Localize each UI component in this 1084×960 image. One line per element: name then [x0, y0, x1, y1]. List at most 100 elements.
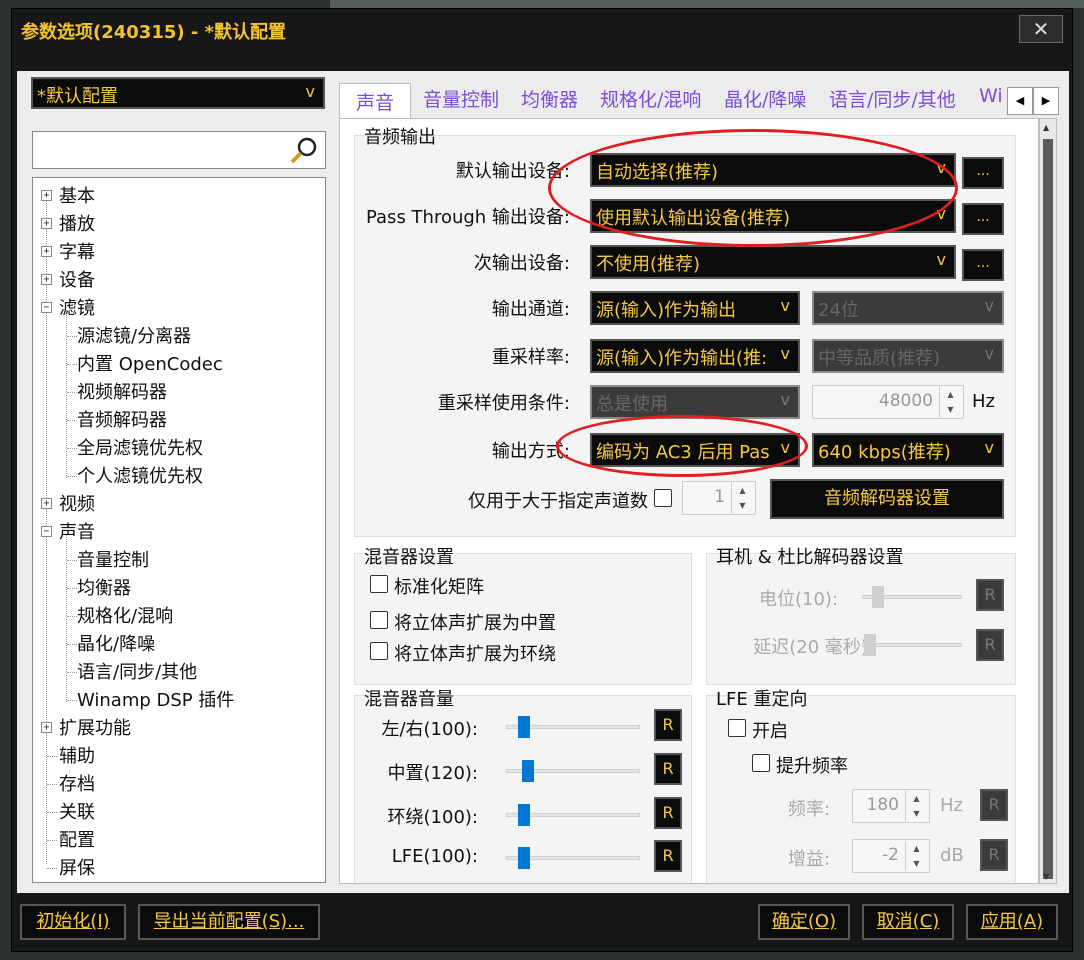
tab-scroll-right-icon[interactable]: ▶ — [1033, 87, 1059, 115]
spin-up-icon[interactable]: ▲ — [906, 791, 927, 806]
tree-item[interactable]: 播放 — [59, 210, 95, 236]
lfe-enable-checkbox[interactable] — [728, 719, 746, 737]
bit-depth-select[interactable]: 24位 v — [812, 291, 1004, 325]
tab-language-sync-other[interactable]: 语言/同步/其他 — [829, 85, 956, 119]
search-icon[interactable] — [289, 135, 319, 165]
delay-slider-track[interactable] — [862, 643, 962, 647]
secondary-device-select[interactable]: 不使用(推荐) v — [590, 245, 956, 279]
audio-decoder-settings-button[interactable]: 音频解码器设置 — [770, 479, 1004, 519]
scroll-down-icon[interactable]: ▼ — [1043, 872, 1049, 881]
tab-winamp[interactable]: Wi — [979, 85, 1003, 119]
spin-up-icon[interactable]: ▲ — [940, 387, 961, 402]
output-mode-select[interactable]: 编码为 AC3 后用 Pas v — [590, 433, 800, 467]
level-slider-thumb[interactable] — [872, 586, 884, 608]
cancel-button[interactable]: 取消(C) — [862, 904, 954, 940]
tree-item[interactable]: 设备 — [59, 266, 95, 292]
mixer-slider-thumb[interactable] — [518, 847, 530, 869]
expand-icon[interactable]: + — [41, 274, 52, 285]
normalize-matrix-checkbox[interactable] — [370, 575, 388, 593]
tree-item[interactable]: 配置 — [59, 826, 95, 852]
tree-item[interactable]: 关联 — [59, 798, 95, 824]
collapse-icon[interactable]: − — [41, 302, 52, 313]
mixer-slider-reset-button[interactable]: R — [654, 709, 682, 741]
passthrough-device-more-button[interactable]: ... — [962, 203, 1004, 235]
channel-limit-spinner[interactable]: 1 ▲ ▼ — [682, 481, 756, 515]
tree-item[interactable]: 个人滤镜优先权 — [77, 462, 203, 488]
expand-icon[interactable]: + — [41, 246, 52, 257]
channel-limit-checkbox[interactable] — [654, 489, 672, 507]
collapse-icon[interactable]: − — [41, 526, 52, 537]
lfe-gain-reset-button[interactable]: R — [980, 839, 1008, 871]
category-tree[interactable]: + 基本 + 播放 + 字幕 + 设备 − 滤镜 源滤镜/分离器 内置 OpenCodec 视频解码器音… — [32, 177, 326, 883]
mixer-slider-thumb[interactable] — [521, 760, 534, 782]
page-scrollbar[interactable]: ▲ ▼ — [1039, 118, 1057, 884]
resample-frequency-spinner[interactable]: 48000 ▲ ▼ — [812, 385, 964, 419]
tab-normalize-reverb[interactable]: 规格化/混响 — [600, 85, 701, 119]
default-device-select[interactable]: 自动选择(推荐) v — [590, 153, 956, 187]
mixer-slider-thumb[interactable] — [518, 804, 530, 826]
close-button[interactable]: ✕ — [1019, 15, 1063, 43]
delay-reset-button[interactable]: R — [976, 629, 1004, 661]
tab-sound[interactable]: 声音 — [339, 83, 411, 119]
profile-select[interactable]: *默认配置 v — [31, 77, 325, 109]
expand-icon[interactable]: + — [41, 190, 52, 201]
tree-item[interactable]: 视频 — [59, 490, 95, 516]
resample-condition-select[interactable]: 总是使用 v — [590, 385, 800, 419]
tree-item[interactable]: 滤镜 — [59, 294, 95, 320]
spin-down-icon[interactable]: ▼ — [906, 806, 927, 821]
mixer-slider-thumb[interactable] — [518, 716, 530, 738]
spin-up-icon[interactable]: ▲ — [906, 841, 927, 856]
spin-down-icon[interactable]: ▼ — [906, 856, 927, 871]
title-bar[interactable]: 参数选项(240315) - *默认配置 ✕ — [12, 9, 1072, 53]
level-reset-button[interactable]: R — [976, 579, 1004, 611]
mixer-slider-reset-button[interactable]: R — [654, 753, 682, 785]
tree-item[interactable]: 规格化/混响 — [77, 602, 173, 628]
tree-item[interactable]: 全局滤镜优先权 — [77, 434, 203, 460]
spin-down-icon[interactable]: ▼ — [940, 402, 961, 417]
secondary-device-more-button[interactable]: ... — [962, 249, 1004, 281]
spin-down-icon[interactable]: ▼ — [732, 498, 753, 513]
tab-scroll-left-icon[interactable]: ◀ — [1007, 87, 1033, 115]
mixer-slider-reset-button[interactable]: R — [654, 840, 682, 872]
expand-icon[interactable]: + — [41, 498, 52, 509]
passthrough-device-select[interactable]: 使用默认输出设备(推荐) v — [590, 199, 956, 233]
default-device-more-button[interactable]: ... — [962, 157, 1004, 189]
tab-equalizer[interactable]: 均衡器 — [521, 85, 578, 119]
tree-item[interactable]: 辅助 — [59, 742, 95, 768]
tree-item[interactable]: 声音 — [59, 518, 95, 544]
tree-item[interactable]: 视频解码器 — [77, 378, 167, 404]
search-input[interactable] — [32, 131, 326, 169]
tree-item[interactable]: 基本 — [59, 182, 95, 208]
tree-item[interactable]: 均衡器 — [77, 574, 131, 600]
mixer-slider-reset-button[interactable]: R — [654, 797, 682, 829]
tree-item[interactable]: 内置 OpenCodec — [77, 350, 223, 376]
lfe-frequency-reset-button[interactable]: R — [980, 789, 1008, 821]
lfe-boost-checkbox[interactable] — [752, 754, 770, 772]
scrollbar-thumb[interactable] — [1043, 139, 1053, 879]
expand-surround-checkbox[interactable] — [370, 642, 388, 660]
expand-icon[interactable]: + — [41, 722, 52, 733]
apply-button[interactable]: 应用(A) — [966, 904, 1058, 940]
tree-item[interactable]: Winamp DSP 插件 — [77, 686, 234, 712]
tree-item[interactable]: 音频解码器 — [77, 406, 167, 432]
init-button[interactable]: 初始化(I) — [20, 904, 126, 940]
tree-item[interactable]: 扩展功能 — [59, 714, 131, 740]
resample-rate-select[interactable]: 源(输入)作为输出(推: v — [590, 339, 800, 373]
ok-button[interactable]: 确定(O) — [758, 904, 850, 940]
expand-icon[interactable]: + — [41, 218, 52, 229]
expand-center-checkbox[interactable] — [370, 611, 388, 629]
tree-item[interactable]: 语言/同步/其他 — [77, 658, 197, 684]
tree-item[interactable]: 存档 — [59, 770, 95, 796]
tree-item[interactable]: 晶化/降噪 — [77, 630, 155, 656]
tree-item[interactable]: 源滤镜/分离器 — [77, 322, 191, 348]
channels-select[interactable]: 源(输入)作为输出 v — [590, 291, 800, 325]
tab-crystalize-denoise[interactable]: 晶化/降噪 — [724, 85, 806, 119]
export-config-button[interactable]: 导出当前配置(S)... — [138, 904, 320, 940]
tab-volume-control[interactable]: 音量控制 — [423, 85, 499, 119]
lfe-gain-spinner[interactable]: -2 ▲ ▼ — [852, 839, 930, 873]
resample-quality-select[interactable]: 中等品质(推荐) v — [812, 339, 1004, 373]
tree-item[interactable]: 字幕 — [59, 238, 95, 264]
spin-up-icon[interactable]: ▲ — [732, 483, 753, 498]
lfe-frequency-spinner[interactable]: 180 ▲ ▼ — [852, 789, 930, 823]
bitrate-select[interactable]: 640 kbps(推荐) v — [812, 433, 1004, 467]
